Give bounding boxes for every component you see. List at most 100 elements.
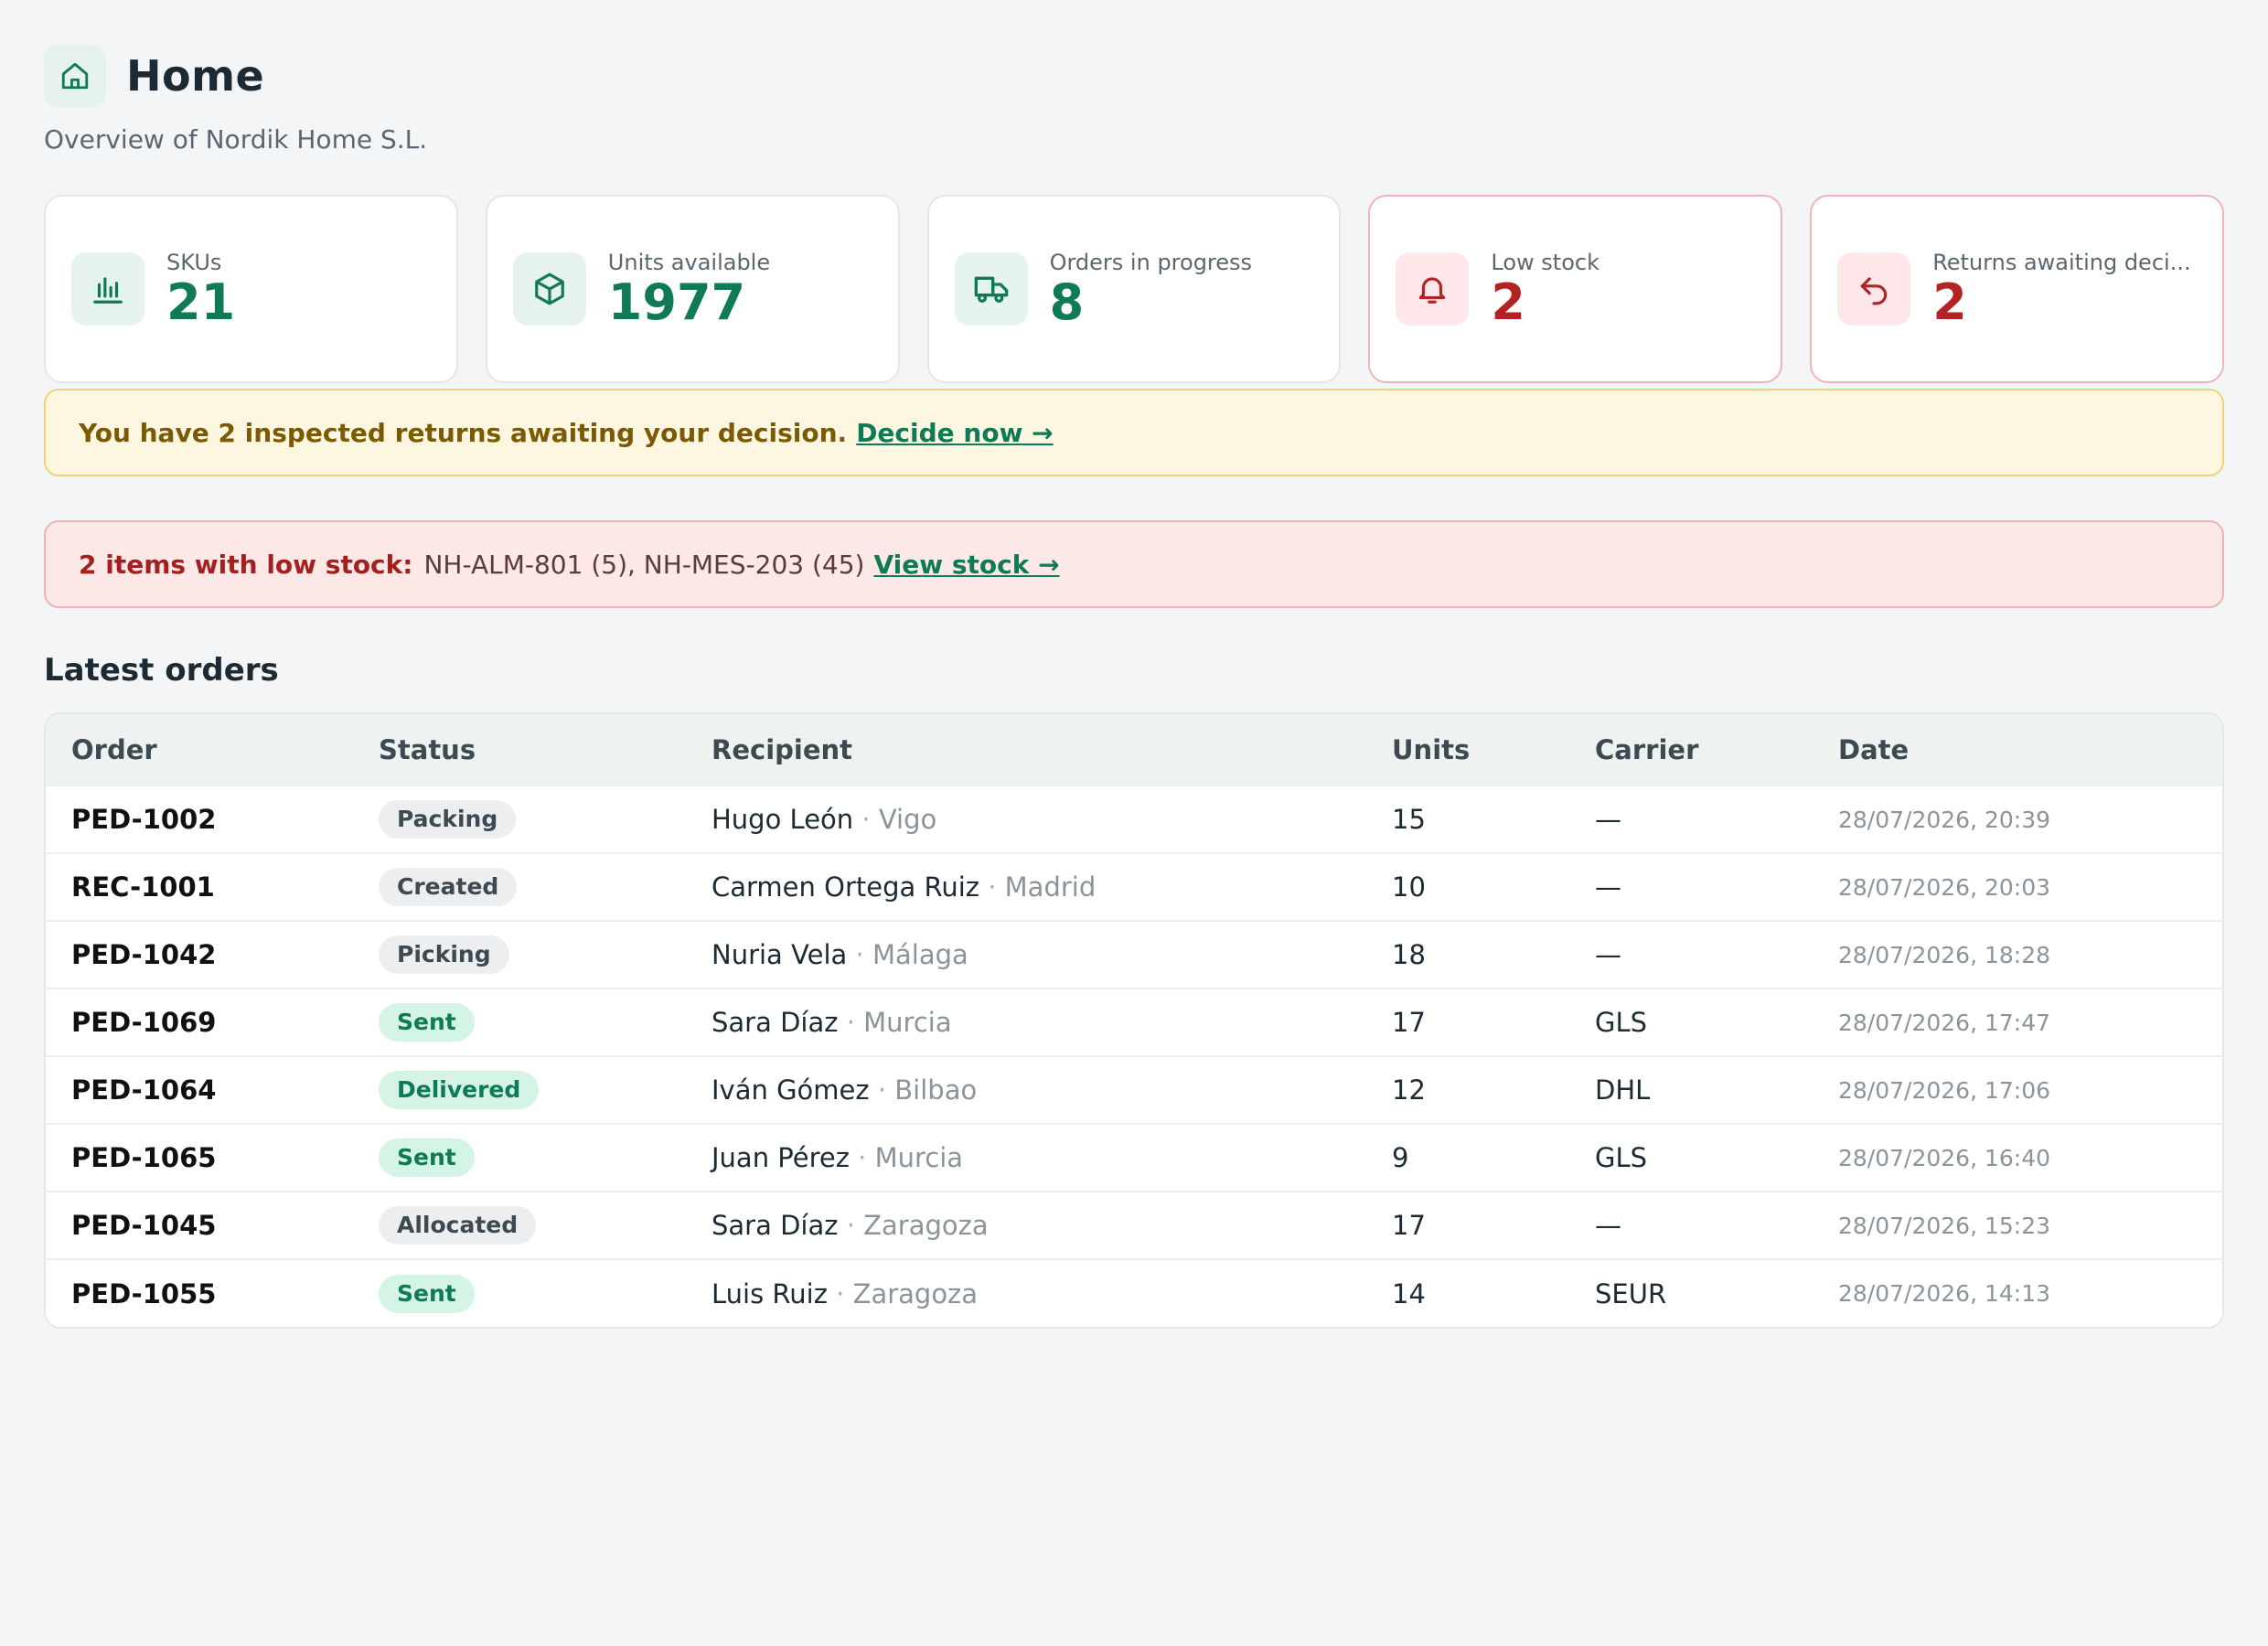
status-badge: Sent: [379, 1138, 475, 1177]
date-cell: 28/07/2026, 20:39: [1838, 806, 2051, 833]
recipient-city: Murcia: [863, 1007, 952, 1038]
status-badge: Sent: [379, 1003, 475, 1042]
column-header-status[interactable]: Status: [353, 714, 686, 786]
recipient-cell: Juan Pérez · Murcia: [686, 1124, 1366, 1192]
truck-icon: [954, 252, 1028, 326]
table-row[interactable]: REC-1001 Created Carmen Ortega Ruiz · Madr…: [46, 853, 2222, 921]
recipient-city: Bilbao: [894, 1074, 978, 1106]
units-cell: 14: [1392, 1277, 1426, 1309]
stat-label: Low stock: [1491, 249, 1599, 275]
order-id[interactable]: REC-1001: [46, 853, 353, 921]
units-cell: 9: [1392, 1142, 1409, 1173]
stat-card-units-available[interactable]: Units available 1977: [485, 195, 900, 383]
stat-value: 2: [1491, 273, 1525, 331]
table-row[interactable]: PED-1055 Sent Luis Ruiz · Zaragoza 14 SEUR 28…: [46, 1259, 2222, 1327]
page-subtitle: Overview of Nordik Home S.L.: [44, 124, 428, 155]
date-cell: 28/07/2026, 15:23: [1838, 1212, 2051, 1239]
order-id[interactable]: PED-1042: [46, 921, 353, 989]
recipient-cell: Hugo León · Vigo: [686, 786, 1366, 853]
carrier-cell: DHL: [1595, 1074, 1651, 1106]
column-header-order[interactable]: Order: [46, 714, 353, 786]
stat-card-skus[interactable]: SKUs 21: [44, 195, 458, 383]
column-header-recipient[interactable]: Recipient: [686, 714, 1366, 786]
separator-dot: ·: [877, 1074, 887, 1106]
recipient-cell: Sara Díaz · Murcia: [686, 989, 1366, 1056]
status-cell: Sent: [353, 1124, 686, 1192]
column-header-carrier[interactable]: Carrier: [1569, 714, 1813, 786]
stats-row: SKUs 21 Units available 1977 Orders in p…: [44, 195, 2224, 383]
stat-label: Returns awaiting deci...: [1932, 249, 2191, 275]
recipient-cell: Iván Gómez · Bilbao: [686, 1056, 1366, 1124]
recipient-city: Murcia: [874, 1142, 964, 1173]
stat-label: SKUs: [166, 249, 222, 275]
order-id[interactable]: PED-1064: [46, 1056, 353, 1124]
status-badge: Allocated: [379, 1206, 537, 1245]
return-arrow-icon: [1837, 252, 1911, 326]
table-row[interactable]: PED-1002 Packing Hugo León · Vigo 15 — 28/07/…: [46, 786, 2222, 853]
recipient-name: Carmen Ortega Ruiz: [711, 871, 979, 903]
page-title: Home: [126, 51, 265, 101]
date-cell: 28/07/2026, 16:40: [1838, 1144, 2051, 1171]
date-cell: 28/07/2026, 14:13: [1838, 1280, 2051, 1307]
recipient-city: Zaragoza: [852, 1277, 979, 1309]
column-header-units[interactable]: Units: [1366, 714, 1569, 786]
recipient-cell: Carmen Ortega Ruiz · Madrid: [686, 853, 1366, 921]
separator-dot: ·: [858, 1142, 867, 1173]
column-header-date[interactable]: Date: [1813, 714, 2222, 786]
carrier-cell: GLS: [1595, 1007, 1648, 1038]
recipient-name: Hugo León: [711, 804, 854, 835]
low-stock-alert-title: 2 items with low stock:: [79, 549, 413, 580]
recipient-name: Luis Ruiz: [711, 1277, 828, 1309]
returns-alert-banner: You have 2 inspected returns awaiting yo…: [44, 389, 2224, 476]
view-stock-link[interactable]: View stock →: [873, 550, 1059, 580]
latest-orders-title: Latest orders: [44, 652, 279, 689]
status-badge: Sent: [379, 1274, 475, 1313]
recipient-cell: Luis Ruiz · Zaragoza: [686, 1259, 1366, 1327]
order-id[interactable]: PED-1065: [46, 1124, 353, 1192]
carrier-cell: SEUR: [1595, 1277, 1667, 1309]
carrier-cell: —: [1595, 1210, 1621, 1241]
status-cell: Picking: [353, 921, 686, 989]
table-row[interactable]: PED-1069 Sent Sara Díaz · Murcia 17 GLS 28/07…: [46, 989, 2222, 1056]
recipient-city: Zaragoza: [863, 1210, 989, 1241]
recipient-name: Sara Díaz: [711, 1210, 839, 1241]
recipient-city: Málaga: [872, 939, 968, 970]
carrier-cell: —: [1595, 939, 1621, 970]
recipient-name: Nuria Vela: [711, 939, 848, 970]
status-cell: Sent: [353, 989, 686, 1056]
dashboard-page: Home Overview of Nordik Home S.L. SKUs 2…: [44, 44, 2224, 1329]
units-cell: 15: [1392, 804, 1426, 835]
status-badge: Picking: [379, 935, 509, 974]
date-cell: 28/07/2026, 20:03: [1838, 873, 2051, 901]
separator-dot: ·: [846, 1210, 855, 1241]
separator-dot: ·: [836, 1277, 845, 1309]
order-id[interactable]: PED-1045: [46, 1192, 353, 1259]
table-row[interactable]: PED-1064 Delivered Iván Gómez · Bilbao 12 DH…: [46, 1056, 2222, 1124]
stat-label: Units available: [607, 249, 771, 275]
status-badge: Packing: [379, 800, 517, 839]
table-row[interactable]: PED-1065 Sent Juan Pérez · Murcia 9 GLS 28/07…: [46, 1124, 2222, 1192]
order-id[interactable]: PED-1002: [46, 786, 353, 853]
units-cell: 17: [1392, 1210, 1426, 1241]
order-id[interactable]: PED-1055: [46, 1259, 353, 1327]
units-cell: 17: [1392, 1007, 1426, 1038]
units-cell: 10: [1392, 871, 1426, 903]
recipient-cell: Sara Díaz · Zaragoza: [686, 1192, 1366, 1259]
returns-alert-text: You have 2 inspected returns awaiting yo…: [79, 417, 848, 448]
table-row[interactable]: PED-1045 Allocated Sara Díaz · Zaragoza 17 —…: [46, 1192, 2222, 1259]
table-row[interactable]: PED-1042 Picking Nuria Vela · Málaga 18 — 28/…: [46, 921, 2222, 989]
decide-now-link[interactable]: Decide now →: [856, 418, 1053, 448]
stat-label: Orders in progress: [1049, 249, 1253, 275]
stat-card-returns-awaiting[interactable]: Returns awaiting deci... 2: [1810, 195, 2224, 383]
stat-card-low-stock[interactable]: Low stock 2: [1368, 195, 1783, 383]
recipient-cell: Nuria Vela · Málaga: [686, 921, 1366, 989]
stat-card-orders-in-progress[interactable]: Orders in progress 8: [926, 195, 1342, 383]
status-cell: Created: [353, 853, 686, 921]
status-cell: Sent: [353, 1259, 686, 1327]
low-stock-items: NH-ALM-801 (5), NH-MES-203 (45): [423, 549, 865, 580]
bell-icon: [1396, 252, 1470, 326]
orders-table-card: Order Status Recipient Units Carrier Dat…: [44, 712, 2224, 1329]
carrier-cell: —: [1595, 804, 1621, 835]
order-id[interactable]: PED-1069: [46, 989, 353, 1056]
date-cell: 28/07/2026, 17:06: [1838, 1076, 2051, 1104]
